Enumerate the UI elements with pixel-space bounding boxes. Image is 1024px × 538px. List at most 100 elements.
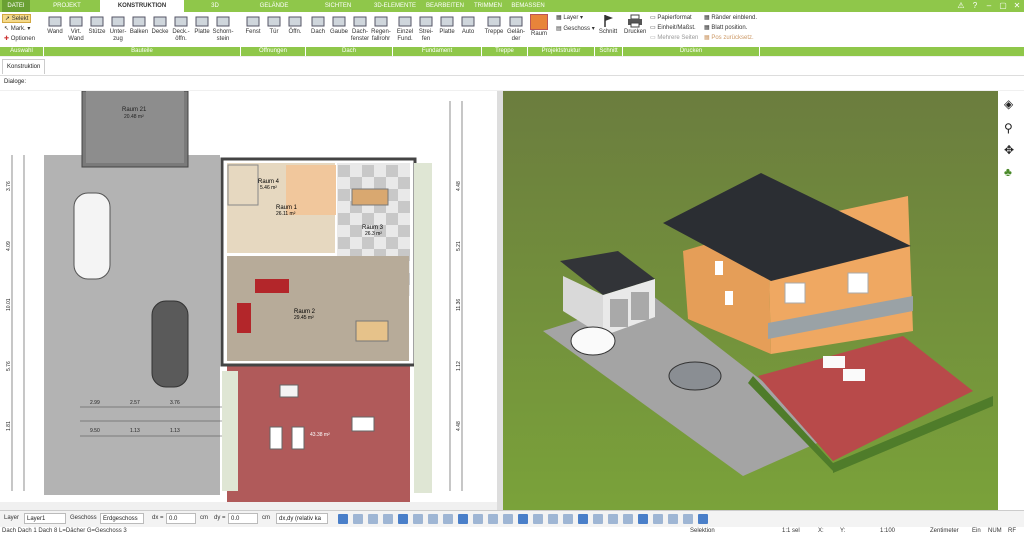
mehrere-seiten-button[interactable]: ▭ Mehrere Seiten bbox=[650, 34, 698, 41]
raum-button[interactable]: Raum bbox=[528, 14, 550, 38]
area-icon[interactable] bbox=[593, 514, 603, 524]
room-2 bbox=[227, 256, 409, 361]
bauteil-button-6[interactable]: Deck.- öffn. bbox=[170, 14, 192, 43]
bauteil-button-1[interactable]: Virt. Wand bbox=[65, 14, 87, 43]
oeffnung-button-1[interactable]: Tür bbox=[263, 14, 285, 36]
coord-mode-select[interactable]: dx,dy (relativ ka bbox=[276, 513, 328, 524]
bauteil-button-0[interactable]: Wand bbox=[44, 14, 66, 36]
dialoge-label: Dialoge: bbox=[4, 79, 27, 85]
dach-button-3[interactable]: Regen- fallrohr bbox=[370, 14, 392, 43]
minimize-icon[interactable]: – bbox=[982, 0, 996, 12]
fullscreen-icon[interactable] bbox=[698, 514, 708, 524]
snap-icon[interactable] bbox=[458, 514, 468, 524]
menu-tab-sichten[interactable]: SICHTEN bbox=[310, 0, 366, 12]
rotate-icon[interactable] bbox=[488, 514, 498, 524]
floor-plan-view[interactable]: Raum 21 20.48 m² Raum 4 5.46 m² Raum 1 2… bbox=[0, 91, 497, 502]
angle-icon[interactable] bbox=[383, 514, 393, 524]
optionen-button[interactable]: ✚ Optionen bbox=[4, 35, 35, 42]
bauteil-button-8[interactable]: Schorn- stein bbox=[212, 14, 234, 43]
menu-tab-projekt[interactable]: PROJEKT bbox=[44, 0, 90, 12]
selekt-button[interactable]: ➚ Selekt bbox=[2, 14, 32, 23]
3d-canvas[interactable] bbox=[503, 91, 998, 510]
oeffnung-tool-icon bbox=[245, 14, 261, 28]
treppe-button-0[interactable]: Treppe bbox=[483, 14, 505, 36]
treppe-button-1[interactable]: Gelän- der bbox=[505, 14, 527, 43]
raender-button[interactable]: ▦ Ränder einblend. bbox=[704, 14, 757, 21]
midpoint-icon[interactable] bbox=[428, 514, 438, 524]
fundament-button-3[interactable]: Auto bbox=[457, 14, 479, 36]
view-icon[interactable] bbox=[668, 514, 678, 524]
ribbon-group-bar: Auswahl Bauteile Öffnungen Dach Fundamen… bbox=[0, 47, 1024, 56]
grid-snap-icon[interactable] bbox=[338, 514, 348, 524]
fundament-tool-icon bbox=[460, 14, 476, 28]
geschoss-select[interactable]: Erdgeschoss bbox=[100, 513, 144, 524]
close-icon[interactable]: ✕ bbox=[1010, 0, 1024, 12]
print-icon[interactable] bbox=[623, 514, 633, 524]
color-icon[interactable] bbox=[638, 514, 648, 524]
schnitt-button[interactable]: Schnitt bbox=[597, 14, 619, 36]
papierformat-button[interactable]: ▭ Papierformat bbox=[650, 14, 692, 21]
menu-tab-bearbeiten[interactable]: BEARBEITEN bbox=[423, 0, 467, 12]
layer-icon[interactable] bbox=[608, 514, 618, 524]
dach-button-2[interactable]: Dach- fenster bbox=[349, 14, 371, 43]
ortho-icon[interactable] bbox=[353, 514, 363, 524]
bauteil-label: Stütze bbox=[88, 29, 106, 35]
bauteil-button-2[interactable]: Stütze bbox=[86, 14, 108, 36]
driveway bbox=[44, 155, 220, 495]
dach-tool-icon bbox=[331, 14, 347, 28]
bauteil-button-4[interactable]: Balken bbox=[128, 14, 150, 36]
info-icon[interactable] bbox=[518, 514, 528, 524]
warning-icon[interactable]: ⚠ bbox=[954, 0, 968, 12]
bauteil-button-3[interactable]: Unter- zug bbox=[107, 14, 129, 43]
menu-tab-bemassen[interactable]: BEMASSEN bbox=[508, 0, 548, 12]
export-icon[interactable] bbox=[653, 514, 663, 524]
menu-tab-konstruktion[interactable]: KONSTRUKTION bbox=[100, 0, 184, 12]
fundament-button-0[interactable]: Einzel Fund. bbox=[394, 14, 416, 43]
fit-icon[interactable] bbox=[563, 514, 573, 524]
point-snap-icon[interactable] bbox=[413, 514, 423, 524]
text-snap-icon[interactable] bbox=[398, 514, 408, 524]
bauteil-button-5[interactable]: Decke bbox=[149, 14, 171, 36]
blatt-button[interactable]: ▦ Blatt position. bbox=[704, 24, 747, 31]
dach-button-1[interactable]: Gaube bbox=[328, 14, 350, 36]
mirror-icon[interactable] bbox=[503, 514, 513, 524]
dimension-icon[interactable] bbox=[578, 514, 588, 524]
menu-tab-gelaende[interactable]: GELÄNDE bbox=[246, 0, 302, 12]
help-icon[interactable]: ? bbox=[968, 0, 982, 12]
menu-tab-trimmen[interactable]: TRIMMEN bbox=[470, 0, 506, 12]
oeffnung-button-2[interactable]: Öffn. bbox=[284, 14, 306, 36]
geschoss-dropdown[interactable]: ▤ Geschoss ▾ bbox=[556, 25, 595, 32]
dy-input[interactable]: 0.0 bbox=[228, 513, 258, 524]
drucken-button[interactable]: Drucken bbox=[624, 14, 646, 36]
mark-button[interactable]: ↖ Mark. ▾ bbox=[4, 25, 30, 32]
floor-plan-canvas[interactable]: Raum 21 20.48 m² Raum 4 5.46 m² Raum 1 2… bbox=[0, 91, 497, 502]
lines-icon[interactable] bbox=[368, 514, 378, 524]
fundament-button-1[interactable]: Strei- fen bbox=[415, 14, 437, 43]
einheit-button[interactable]: ▭ Einheit/Maßst. bbox=[650, 24, 696, 31]
dach-button-0[interactable]: Dach bbox=[307, 14, 329, 36]
maximize-icon[interactable]: ▢ bbox=[996, 0, 1010, 12]
menu-tab-3d[interactable]: 3D bbox=[194, 0, 236, 12]
center-icon[interactable] bbox=[443, 514, 453, 524]
pos-reset-button[interactable]: ▦ Pos zurücksetz. bbox=[704, 34, 754, 41]
patio-table bbox=[351, 416, 375, 432]
layer-dropdown[interactable]: ▦ Layer ▾ bbox=[556, 14, 583, 21]
menu-tab-datei[interactable]: DATEI bbox=[2, 0, 30, 12]
bauteil-button-7[interactable]: Platte bbox=[191, 14, 213, 36]
layers-icon[interactable]: ◈ bbox=[1004, 97, 1013, 111]
layer-select[interactable]: Layer1 bbox=[24, 513, 66, 524]
menu-tab-3d-elemente[interactable]: 3D-ELEMENTE bbox=[370, 0, 420, 12]
3d-view[interactable] bbox=[503, 91, 998, 510]
dx-input[interactable]: 0.0 bbox=[166, 513, 196, 524]
move-icon[interactable] bbox=[473, 514, 483, 524]
zoom-icon[interactable] bbox=[548, 514, 558, 524]
measure-icon[interactable] bbox=[533, 514, 543, 524]
oeffnung-button-0[interactable]: Fenst bbox=[242, 14, 264, 36]
walk-icon[interactable]: ⚲ bbox=[1004, 121, 1013, 135]
tab-konstruktion[interactable]: Konstruktion bbox=[2, 59, 46, 74]
move-icon[interactable]: ✥ bbox=[1004, 143, 1014, 157]
camera-icon[interactable] bbox=[683, 514, 693, 524]
bauteil-label: Balken bbox=[129, 29, 149, 35]
tree-icon[interactable]: ♣ bbox=[1004, 165, 1012, 179]
fundament-button-2[interactable]: Platte bbox=[436, 14, 458, 36]
